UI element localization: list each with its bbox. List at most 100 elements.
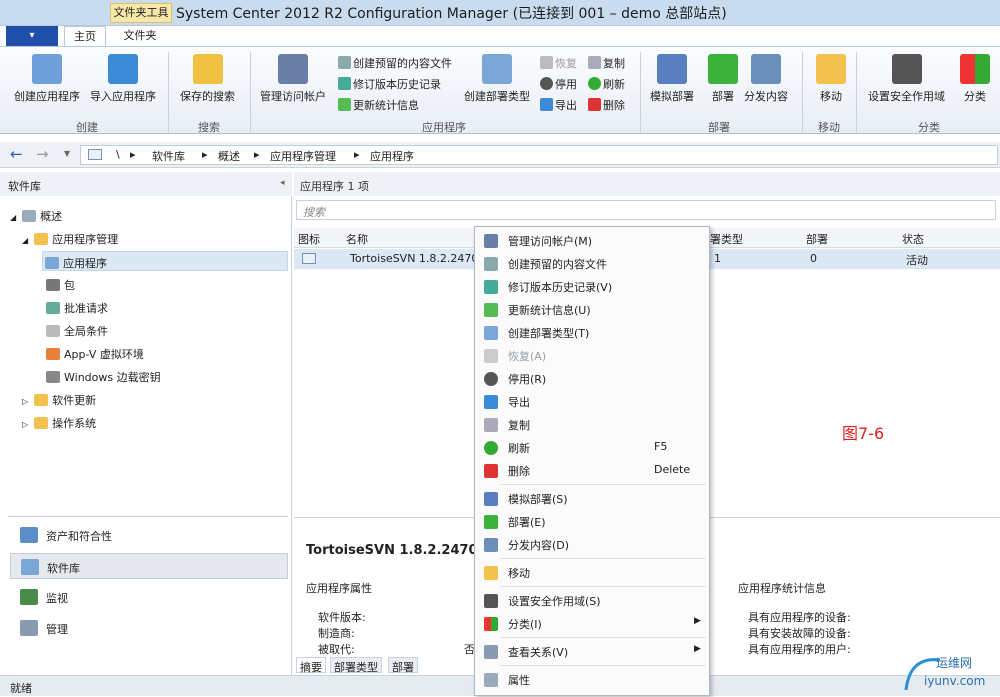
collapse-pane-icon[interactable]: ◂ [280,178,285,188]
update-statistics-button[interactable]: 更新统计信息 [338,97,419,113]
search-input[interactable]: 搜索 [296,200,996,220]
tree-node-packages[interactable]: 包 [46,277,75,293]
properties-icon [484,673,498,687]
tab-home[interactable]: 主页 [64,26,106,46]
ribbon-divider [250,52,251,132]
menu-restore[interactable]: 恢复(A) [478,345,706,367]
categorize-button[interactable]: 分类 [960,54,990,104]
manage-access-accounts-button[interactable]: 管理访问帐户 [260,54,326,104]
menu-create-prestaged-content[interactable]: 创建预留的内容文件 [478,253,706,275]
distribute-content-button[interactable]: 分发内容 [744,54,788,104]
workspace-monitoring[interactable]: 监视 [10,584,288,610]
breadcrumb-software-library[interactable]: 软件库 [152,148,185,164]
tree-node-sideloading-keys[interactable]: Windows 边载密钥 [46,369,161,385]
menu-move[interactable]: 移动 [478,562,706,584]
restore-button[interactable]: 恢复 [540,55,577,71]
simulate-deployment-button[interactable]: 模拟部署 [650,54,694,104]
expanded-arrow-icon: ◢ [22,236,29,245]
refresh-button[interactable]: 刷新 [588,76,625,92]
menu-copy[interactable]: 复制 [478,414,706,436]
tab-summary[interactable]: 摘要 [296,657,326,674]
column-deployment-types[interactable]: 署类型 [710,231,743,247]
menu-revision-history[interactable]: 修订版本历史记录(V) [478,276,706,298]
column-deployments[interactable]: 部署 [806,231,828,247]
move-button[interactable]: 移动 [816,54,846,104]
back-arrow-icon[interactable]: ← [10,145,23,163]
tree-node-global-conditions[interactable]: 全局条件 [46,323,108,339]
menu-retire[interactable]: 停用(R) [478,368,706,390]
cell-deployment-types: 1 [714,252,721,265]
menu-set-security-scopes[interactable]: 设置安全作用域(S) [478,590,706,612]
nav-header: 软件库 [0,172,292,196]
cell-deployments: 0 [810,252,817,265]
column-status[interactable]: 状态 [902,231,924,247]
submenu-arrow-icon: ▶ [694,644,701,654]
figure-label: 图7-6 [842,424,885,443]
menu-categorize[interactable]: 分类(I) ▶ [478,613,706,635]
prop-manufacturer: 制造商: [318,627,355,640]
tab-folder[interactable]: 文件夹 [112,26,168,46]
history-dropdown-icon[interactable]: ▼ [64,149,70,158]
create-prestaged-content-button[interactable]: 创建预留的内容文件 [338,55,452,71]
library-icon [21,559,39,575]
history-icon [484,280,498,294]
copy-button[interactable]: 复制 [588,55,625,71]
tab-deployment-types[interactable]: 部署类型 [330,657,382,674]
workspace-software-library[interactable]: 软件库 [10,553,288,579]
breadcrumb-overview[interactable]: 概述 [218,148,240,164]
menu-view-relationships[interactable]: 查看关系(V) ▶ [478,641,706,663]
export-button[interactable]: 导出 [540,97,577,113]
group-search-label: 搜索 [198,121,220,134]
tree-node-app-management[interactable]: ◢ 应用程序管理 [22,231,118,247]
tree-node-operating-systems[interactable]: ▷ 操作系统 [22,415,96,431]
delete-icon [484,464,498,478]
tree-node-software-updates[interactable]: ▷ 软件更新 [22,392,96,408]
breadcrumb-root[interactable]: \ [116,148,120,161]
retire-button[interactable]: 停用 [540,76,577,92]
menu-deploy[interactable]: 部署(E) [478,511,706,533]
saved-search-button[interactable]: 保存的搜索 [180,54,235,104]
menu-properties[interactable]: 属性 [478,669,706,691]
breadcrumb-applications[interactable]: 应用程序 [370,148,414,164]
workspace-administration[interactable]: 管理 [10,615,288,641]
tree-node-approval-requests[interactable]: 批准请求 [46,300,108,316]
menu-manage-access-accounts[interactable]: 管理访问帐户(M) [478,230,706,252]
column-name[interactable]: 名称 [346,231,368,247]
breadcrumb-separator-icon: ▸ [130,148,136,161]
set-security-scopes-button[interactable]: 设置安全作用域 [868,54,945,104]
tree-node-applications[interactable]: 应用程序 [42,251,288,271]
export-icon [484,395,498,409]
ribbon-divider [802,52,803,132]
menu-update-statistics[interactable]: 更新统计信息(U) [478,299,706,321]
app-properties-header: 应用程序属性 [306,582,372,595]
revision-history-button[interactable]: 修订版本历史记录 [338,76,441,92]
tab-deployments[interactable]: 部署 [388,657,418,674]
copy-icon [484,418,498,432]
create-application-button[interactable]: 创建应用程序 [14,54,80,104]
menu-simulate-deployment[interactable]: 模拟部署(S) [478,488,706,510]
import-application-button[interactable]: 导入应用程序 [90,54,156,104]
folder-move-icon [816,54,846,84]
menu-export[interactable]: 导出 [478,391,706,413]
tree-node-appv[interactable]: App-V 虚拟环境 [46,346,144,362]
deploy-button[interactable]: 部署 [708,54,738,104]
group-application-label: 应用程序 [422,121,466,134]
watermark-url: iyunv.com [924,674,986,688]
menu-distribute-content[interactable]: 分发内容(D) [478,534,706,556]
workspace-assets-compliance[interactable]: 资产和符合性 [10,522,288,548]
app-menu-button[interactable]: ▾ [6,26,58,46]
menu-create-deployment-type[interactable]: 创建部署类型(T) [478,322,706,344]
menu-delete[interactable]: 删除 Delete [478,460,706,482]
import-arrow-icon [108,54,138,84]
breadcrumb-app-management[interactable]: 应用程序管理 [270,148,336,164]
group-create-label: 创建 [76,121,98,134]
tree-node-overview[interactable]: ◢ 概述 [10,208,62,224]
menu-refresh[interactable]: 刷新 F5 [478,437,706,459]
column-icon[interactable]: 图标 [298,231,320,247]
menu-separator [500,637,706,638]
create-deployment-type-button[interactable]: 创建部署类型 [464,54,530,104]
delete-button[interactable]: 删除 [588,97,625,113]
categories-icon [960,54,990,84]
forward-arrow-icon[interactable]: → [36,145,49,163]
breadcrumb-separator-icon: ▸ [354,148,360,161]
